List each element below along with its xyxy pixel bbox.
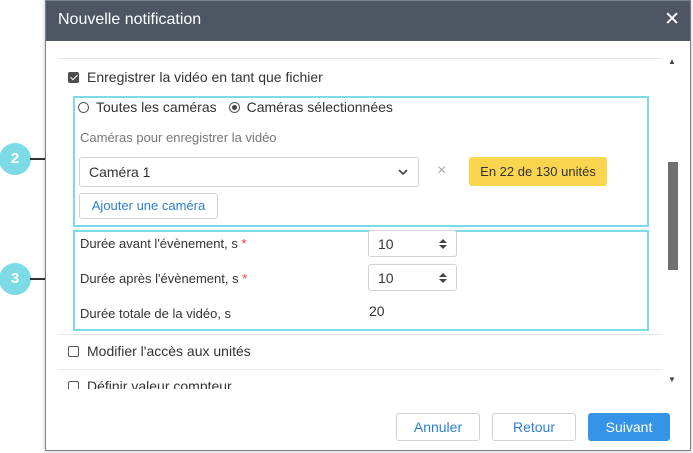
next-button[interactable]: Suivant [588, 413, 670, 441]
callout-3: 3 [0, 263, 31, 295]
camera-select-value: Caméra 1 [89, 164, 151, 180]
record-video-checkbox[interactable] [68, 71, 79, 83]
camera-mode-group: Toutes les caméras Caméras sélectionnées [78, 99, 393, 115]
after-event-input[interactable]: 10 [368, 264, 457, 291]
callout-2: 2 [0, 143, 31, 175]
camera-select[interactable]: Caméra 1 [79, 157, 419, 187]
scroll-down-icon[interactable]: ▼ [667, 375, 677, 385]
selected-cameras-label[interactable]: Caméras sélectionnées [247, 99, 393, 115]
spinner-icon[interactable] [439, 272, 447, 284]
add-camera-button[interactable]: Ajouter une caméra [79, 193, 218, 219]
required-mark: * [242, 271, 248, 286]
before-event-input[interactable]: 10 [368, 230, 457, 257]
before-event-value: 10 [378, 236, 394, 252]
divider [58, 58, 662, 59]
counter-checkbox[interactable] [68, 380, 79, 389]
total-duration-value: 20 [369, 303, 385, 319]
record-video-label: Enregistrer la vidéo en tant que fichier [87, 69, 323, 85]
clear-camera-icon[interactable]: × [437, 162, 446, 180]
total-duration-label: Durée totale de la vidéo, s [80, 306, 232, 321]
chevron-down-icon [398, 169, 408, 176]
modify-access-label: Modifier l'accès aux unités [87, 343, 251, 359]
back-button[interactable]: Retour [492, 413, 576, 441]
before-event-label-text: Durée avant l'évènement, s [80, 236, 238, 251]
units-badge: En 22 de 130 unités [469, 157, 607, 186]
selected-cameras-radio[interactable] [228, 101, 240, 113]
modify-access-checkbox[interactable] [68, 345, 79, 357]
modify-access-option[interactable]: Modifier l'accès aux unités [68, 343, 251, 359]
notification-dialog: Nouvelle notification ✕ Enregistrer la v… [45, 0, 691, 451]
after-event-value: 10 [378, 270, 394, 286]
after-event-label: Durée après l'évènement, s * [80, 271, 247, 286]
spinner-icon[interactable] [439, 238, 447, 250]
cancel-button[interactable]: Annuler [396, 413, 480, 441]
all-cameras-label[interactable]: Toutes les caméras [96, 99, 217, 115]
divider [58, 334, 662, 335]
counter-option[interactable]: Définir valeur compteur [68, 378, 232, 389]
after-event-label-text: Durée après l'évènement, s [80, 271, 239, 286]
before-event-label: Durée avant l'évènement, s * [80, 236, 247, 251]
divider [58, 369, 662, 370]
record-video-option[interactable]: Enregistrer la vidéo en tant que fichier [68, 69, 323, 85]
scroll-up-icon[interactable]: ▲ [667, 57, 677, 67]
dialog-title: Nouvelle notification [58, 11, 202, 28]
cameras-section-label: Caméras pour enregistrer la vidéo [80, 130, 277, 145]
dialog-titlebar: Nouvelle notification ✕ [46, 1, 690, 41]
scrollbar-thumb[interactable] [668, 162, 678, 270]
dialog-content: Enregistrer la vidéo en tant que fichier… [46, 41, 690, 389]
close-icon[interactable]: ✕ [664, 10, 680, 30]
dialog-footer: Annuler Retour Suivant [46, 389, 690, 452]
required-mark: * [241, 236, 247, 251]
all-cameras-radio[interactable] [78, 101, 89, 113]
counter-label: Définir valeur compteur [87, 378, 232, 389]
scrollbar[interactable]: ▲ ▼ [666, 54, 678, 387]
